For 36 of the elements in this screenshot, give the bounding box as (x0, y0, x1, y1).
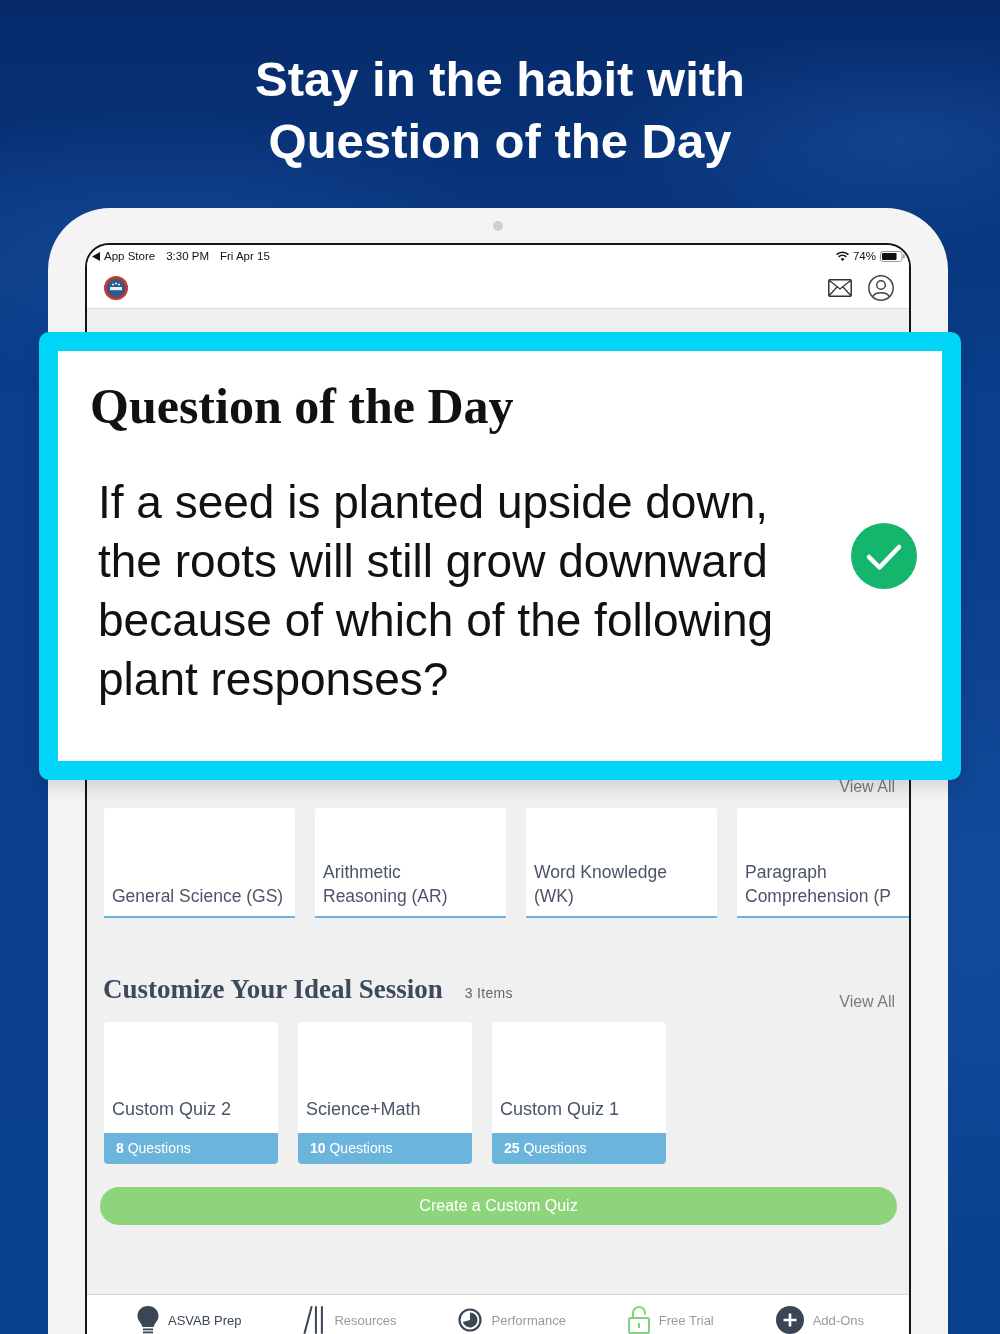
quiz-title: Custom Quiz 2 (112, 1098, 232, 1121)
battery-icon (880, 250, 905, 262)
card-title: Question of the Day (90, 377, 515, 436)
custom-quiz-card[interactable]: Custom Quiz 2 8 Questions (104, 1022, 278, 1164)
subject-card[interactable]: Arithmetic Reasoning (AR) (315, 808, 506, 918)
headline: Stay in the habit with Question of the Day (255, 51, 745, 170)
back-arrow-icon (92, 251, 100, 261)
item-count: 3 Items (464, 985, 513, 1001)
app-logo-icon (104, 275, 128, 300)
quiz-title: Science+Math (306, 1098, 421, 1121)
wifi-icon (835, 251, 849, 261)
mail-icon[interactable] (828, 278, 852, 297)
view-all-link[interactable]: View All (839, 777, 895, 797)
camera-icon (493, 221, 503, 231)
section-title: Customize Your Ideal Session (103, 973, 443, 1005)
status-time: 3:30 PM (166, 250, 209, 262)
view-all-link[interactable]: View All (839, 992, 895, 1012)
slash-bars-icon (303, 1306, 326, 1334)
lightbulb-icon (137, 1306, 159, 1334)
battery-percent: 74% (852, 250, 876, 262)
quiz-title: Custom Quiz 1 (500, 1098, 620, 1121)
subject-card[interactable]: Paragraph Comprehension (P (737, 808, 909, 918)
pie-chart-icon (458, 1308, 483, 1332)
back-link[interactable]: App Store (92, 250, 156, 262)
tab[interactable]: ASVAB Prep (137, 1306, 242, 1334)
subject-card[interactable]: General Science (GS) (104, 808, 295, 918)
question-count-bar: 25 Questions (492, 1133, 666, 1164)
question-count-bar: 8 Questions (104, 1133, 278, 1164)
question-count-bar: 10 Questions (298, 1133, 472, 1164)
status-date: Fri Apr 15 (220, 250, 270, 262)
custom-quiz-card[interactable]: Custom Quiz 1 25 Questions (492, 1022, 666, 1164)
subject-card[interactable]: Word Knowledge (WK) (526, 808, 717, 918)
profile-icon[interactable] (868, 274, 894, 301)
padlock-icon (627, 1306, 650, 1334)
question-text: If a seed is planted upside down, the roots will still grow downward because of which of the following plant responses? (98, 475, 775, 707)
custom-quiz-card[interactable]: Science+Math 10 Questions (298, 1022, 472, 1164)
